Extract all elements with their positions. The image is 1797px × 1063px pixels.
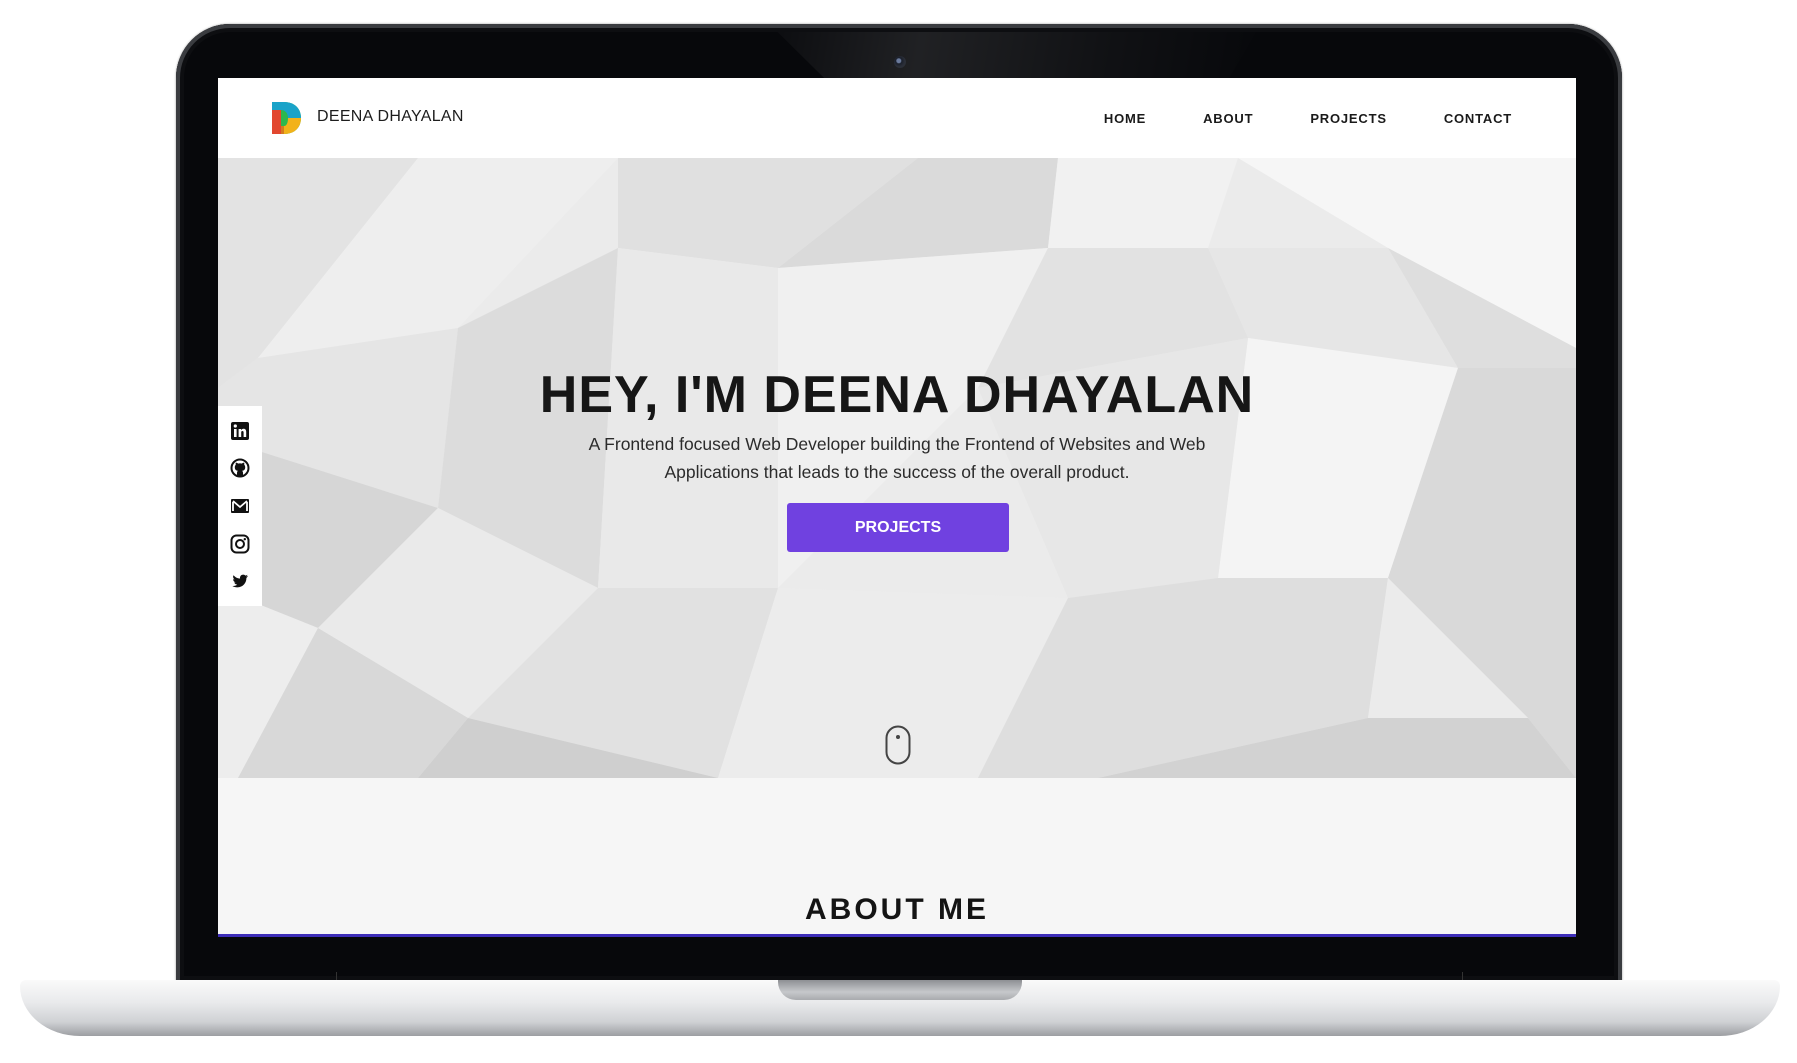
scroll-mouse-icon[interactable] (885, 725, 911, 765)
email-icon[interactable] (230, 496, 250, 516)
hinge-left (336, 972, 337, 980)
linkedin-icon[interactable] (230, 421, 250, 441)
nav-contact[interactable]: CONTACT (1444, 111, 1512, 126)
webcam (894, 56, 906, 68)
hinge-right (1462, 972, 1463, 980)
instagram-icon[interactable] (230, 534, 250, 554)
twitter-icon[interactable] (230, 571, 250, 591)
projects-button[interactable]: PROJECTS (787, 503, 1009, 552)
hero-title: HEY, I'M DEENA DHAYALAN (539, 365, 1255, 424)
hero-section: HEY, I'M DEENA DHAYALAN A Frontend focus… (218, 158, 1576, 778)
website-screen: DEENA DHAYALAN HOME ABOUT PROJECTS CONTA… (218, 78, 1576, 937)
brand-name[interactable]: DEENA DHAYALAN (317, 108, 464, 126)
navbar: DEENA DHAYALAN HOME ABOUT PROJECTS CONTA… (218, 78, 1576, 158)
hero-subtitle: A Frontend focused Web Developer buildin… (588, 433, 1206, 482)
about-section: ABOUT ME (218, 778, 1576, 934)
social-sidebar (218, 406, 262, 606)
nav-about[interactable]: ABOUT (1203, 111, 1253, 126)
github-icon[interactable] (230, 458, 250, 478)
laptop-base-notch (778, 980, 1022, 1000)
about-title: ABOUT ME (805, 892, 989, 926)
nav-home[interactable]: HOME (1104, 111, 1146, 126)
logo-icon[interactable] (268, 100, 302, 136)
nav-projects[interactable]: PROJECTS (1310, 111, 1386, 126)
nav-menu: HOME ABOUT PROJECTS CONTACT (1047, 78, 1512, 158)
